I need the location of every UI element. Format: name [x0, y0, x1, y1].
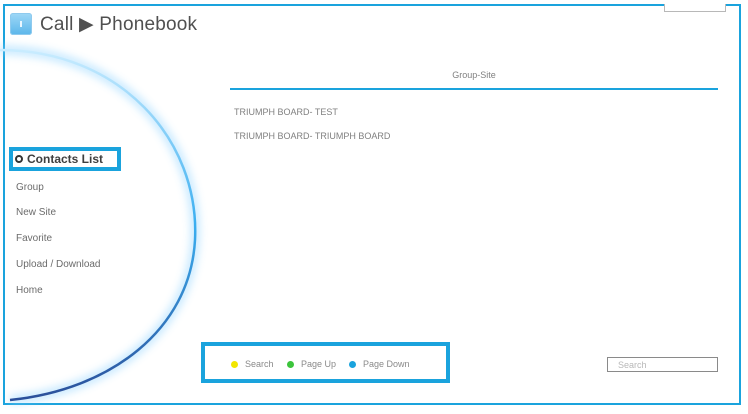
- sidebar-item-contacts-list[interactable]: Contacts List: [9, 147, 121, 171]
- sidebar-item-new-site[interactable]: New Site: [16, 207, 56, 218]
- yellow-dot-icon: [231, 360, 238, 368]
- list-item[interactable]: TRIUMPH BOARD- TEST: [234, 107, 338, 117]
- title-bar: Call ▶ Phonebook: [10, 10, 197, 38]
- page-up-key-label: Page Up: [301, 359, 337, 369]
- header-divider: [230, 88, 718, 90]
- page-title: Call ▶ Phonebook: [40, 13, 198, 35]
- page-down-key-label: Page Down: [363, 359, 410, 369]
- page-down-key[interactable]: Page Down: [349, 359, 410, 369]
- sidebar-item-favorite[interactable]: Favorite: [16, 233, 52, 244]
- back-icon[interactable]: [10, 13, 32, 35]
- search-key-label: Search: [245, 359, 274, 369]
- search-key[interactable]: Search: [231, 359, 274, 369]
- column-header-group-site: Group-Site: [452, 70, 496, 80]
- page-up-key[interactable]: Page Up: [287, 359, 336, 369]
- blue-dot-icon: [349, 360, 356, 368]
- green-dot-icon: [287, 360, 294, 368]
- sidebar-item-group[interactable]: Group: [16, 182, 44, 193]
- sidebar-item-upload-download[interactable]: Upload / Download: [16, 259, 101, 270]
- radio-bullet-icon: [15, 155, 23, 163]
- top-right-tab: [664, 4, 726, 12]
- sidebar-item-label: Contacts List: [27, 152, 104, 166]
- list-item[interactable]: TRIUMPH BOARD- TRIUMPH BOARD: [234, 131, 390, 141]
- search-input[interactable]: [607, 357, 718, 372]
- sidebar-item-home[interactable]: Home: [16, 285, 43, 296]
